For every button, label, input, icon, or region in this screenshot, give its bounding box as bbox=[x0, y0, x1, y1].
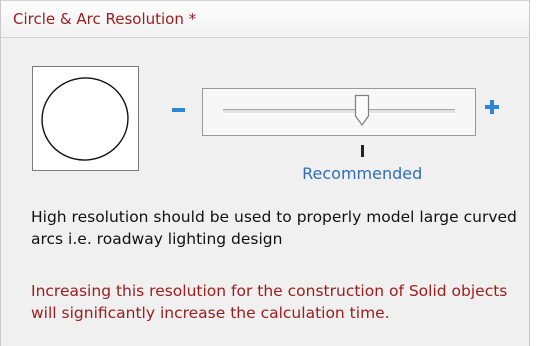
circle-arc-resolution-panel: Circle & Arc Resolution * Recommended Hi… bbox=[0, 0, 530, 346]
info-text: High resolution should be used to proper… bbox=[31, 208, 517, 248]
recommended-tick bbox=[360, 145, 364, 157]
slider-thumb[interactable] bbox=[354, 94, 370, 128]
minus-icon[interactable] bbox=[172, 108, 185, 112]
plus-icon[interactable] bbox=[483, 98, 501, 116]
resolution-slider[interactable] bbox=[202, 88, 476, 136]
recommended-label: Recommended bbox=[302, 164, 423, 183]
section-header: Circle & Arc Resolution * bbox=[1, 0, 529, 38]
circle-preview-icon bbox=[41, 77, 129, 161]
section-title: Circle & Arc Resolution * bbox=[13, 10, 197, 28]
slider-track bbox=[223, 109, 455, 114]
warning-text: Increasing this resolution for the const… bbox=[31, 282, 508, 322]
circle-preview bbox=[32, 66, 139, 171]
